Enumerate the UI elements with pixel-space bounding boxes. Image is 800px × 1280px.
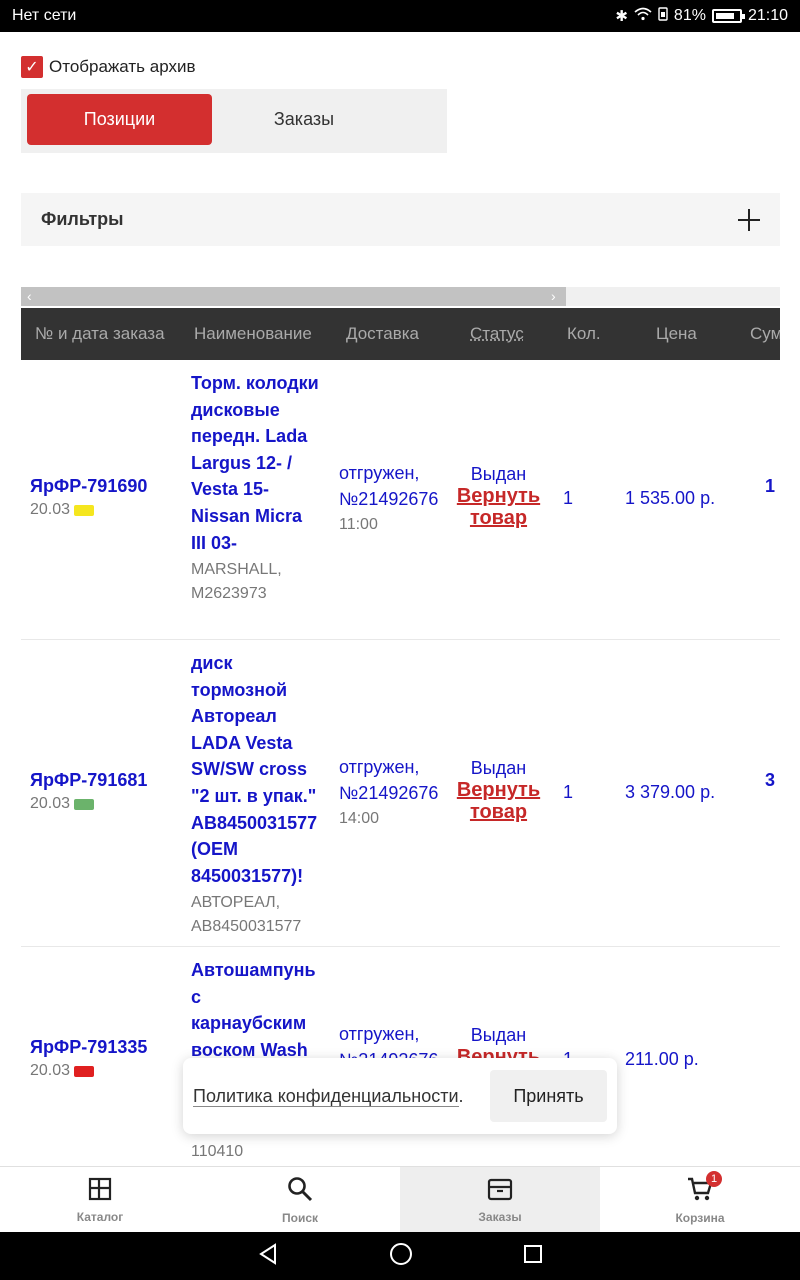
nav-cart[interactable]: 1 Корзина [600,1167,800,1233]
sum: 3 [765,770,776,790]
tab-orders[interactable]: Заказы [212,94,396,145]
bottom-navigation: Каталог Поиск Заказы 1 Корзина [0,1166,800,1233]
scroll-left-icon[interactable]: ‹ [27,287,32,306]
view-switcher: Позиции Заказы [21,89,447,153]
product-name[interactable]: диск тормозной Автореал LADA Vesta SW/SW… [191,650,321,889]
battery-icon [711,9,745,23]
archive-toggle[interactable]: ✓ Отображать архив [21,56,195,78]
header-sum: Сум [750,324,780,343]
clock: 21:10 [747,7,788,24]
order-number[interactable]: ЯрФР-791690 [30,476,147,497]
product-name[interactable]: Торм. колодки дисковые передн. Lada Larg… [191,370,321,556]
delivery-truck-icon [74,504,95,516]
price: 3 379.00 р. [625,782,716,802]
nav-catalog-label: Каталог [76,1209,124,1224]
sim-icon [658,7,668,25]
quantity: 1 [563,782,574,802]
bluetooth-icon: ✱ [615,8,628,25]
nav-catalog[interactable]: Каталог [0,1167,200,1233]
price: 1 535.00 р. [625,488,716,508]
archive-label: Отображать архив [49,57,196,76]
header-order: № и дата заказа [35,324,165,343]
quantity: 1 [563,488,574,508]
table-row: ЯрФР-791690 20.03 Торм. колодки дисковые… [21,360,780,640]
delivery-time: 14:00 [339,810,380,827]
delivery-truck-icon [74,1065,95,1077]
table-scrollbar[interactable]: ‹ › [21,287,780,306]
scrollbar-thumb[interactable] [21,287,566,306]
cart-badge: 1 [706,1171,722,1187]
wifi-icon [634,7,652,25]
table-row: ЯрФР-791681 20.03 диск тормозной Автореа… [21,640,780,947]
header-price: Цена [656,324,697,343]
order-number[interactable]: ЯрФР-791335 [30,1037,147,1058]
product-brand: АВТОРЕАЛ, AB8450031577 [191,894,302,936]
nav-cart-label: Корзина [675,1210,725,1225]
tab-positions[interactable]: Позиции [27,94,212,145]
privacy-dot: . [458,1085,464,1106]
nav-orders[interactable]: Заказы [400,1167,600,1233]
status-icons: ✱ 81% 21:10 [615,7,788,25]
archive-checkbox[interactable]: ✓ [21,56,43,78]
back-icon[interactable] [257,1242,279,1270]
order-date: 20.03 [30,501,71,518]
catalog-icon [88,1177,112,1206]
price: 211.00 р. [625,1049,699,1069]
home-icon[interactable] [389,1242,413,1271]
product-brand: MARSHALL, M2623973 [191,561,282,603]
return-item-link[interactable]: Вернуть товар [451,779,546,823]
filters-panel[interactable]: Фильтры [21,193,780,246]
delivery-status: отгружен, №21492676 [339,757,439,803]
return-item-link[interactable]: Вернуть товар [451,485,546,529]
orders-table: № и дата заказа Наименование Доставка Ст… [21,308,780,1166]
search-icon [287,1176,313,1207]
privacy-popup: Политика конфиденциальности. Принять [183,1058,617,1134]
header-name: Наименование [194,324,312,343]
sum: 1 [765,476,776,496]
delivery-status: отгружен, №21492676 [339,463,439,509]
order-date: 20.03 [30,1062,71,1079]
battery-percent: 81% [673,7,706,24]
status-value: Выдан [470,758,527,778]
nav-search-label: Поиск [281,1210,318,1225]
header-qty: Кол. [567,324,601,343]
network-status: Нет сети [12,7,77,24]
order-date: 20.03 [30,795,71,812]
accept-button[interactable]: Принять [490,1070,607,1122]
filters-label: Фильтры [41,209,124,229]
delivery-truck-icon [74,798,95,810]
recents-icon[interactable] [523,1244,543,1269]
header-delivery: Доставка [346,324,420,343]
header-status[interactable]: Статус [470,308,524,360]
status-bar: Нет сети ✱ 81% 21:10 [0,0,800,32]
privacy-policy-link[interactable]: Политика конфиденциальности [193,1085,459,1107]
status-value: Выдан [470,1025,527,1045]
orders-box-icon [487,1177,513,1206]
delivery-time: 11:00 [339,516,378,533]
nav-orders-label: Заказы [478,1209,522,1224]
plus-icon[interactable] [738,208,760,231]
system-navigation [0,1232,800,1280]
product-brand: 110410 [191,1143,244,1160]
order-number[interactable]: ЯрФР-791681 [30,770,147,791]
nav-search[interactable]: Поиск [200,1167,400,1233]
table-header: № и дата заказа Наименование Доставка Ст… [21,308,780,360]
status-value: Выдан [470,464,527,484]
scroll-right-icon[interactable]: › [551,287,556,306]
product-name[interactable]: Автошампунь с карнаубским воском Wash [191,957,321,1063]
